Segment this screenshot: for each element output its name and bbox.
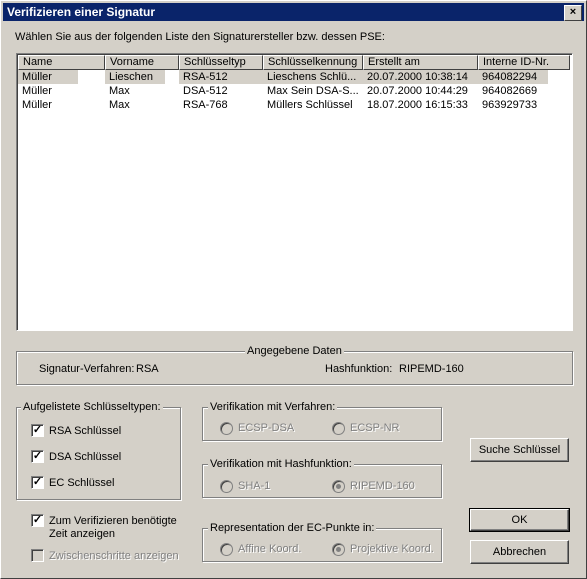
affine-coord-radio[interactable] [220, 543, 233, 556]
cell-keytype: RSA-768 [183, 99, 228, 111]
dsa-key-label[interactable]: DSA Schlüssel [49, 451, 121, 463]
sha1-radio[interactable] [220, 480, 233, 493]
cell-name: Müller [18, 70, 78, 84]
cell-vorname: Max [109, 85, 130, 97]
cancel-button[interactable]: Abbrechen [470, 540, 569, 564]
cell-keyid: Max Sein DSA-S... [267, 85, 359, 97]
cell-created: 20.07.2000 10:38:14 [363, 70, 478, 84]
cell-keytype: RSA-512 [179, 70, 263, 84]
ripemd160-radio[interactable] [332, 480, 345, 493]
column-header-keytype[interactable]: Schlüsseltyp [179, 55, 263, 70]
dialog-window: Verifizieren einer Signatur × Wählen Sie… [0, 0, 587, 579]
column-header-created[interactable]: Erstellt am [363, 55, 478, 70]
ecsp-dsa-label[interactable]: ECSP-DSA [238, 422, 294, 434]
column-header-vorname[interactable]: Vorname [105, 55, 179, 70]
projective-coord-radio[interactable] [332, 543, 345, 556]
column-header-keyid[interactable]: Schlüsselkennung [263, 55, 363, 70]
ecsp-nr-label[interactable]: ECSP-NR [350, 422, 400, 434]
cell-name: Müller [22, 99, 52, 111]
show-time-label-line1[interactable]: Zum Verifizieren benötigte [49, 515, 177, 527]
ok-button[interactable]: OK [469, 508, 570, 532]
window-title: Verifizieren einer Signatur [7, 5, 156, 19]
cell-keytype: DSA-512 [183, 85, 228, 97]
close-icon[interactable]: × [564, 5, 582, 21]
projective-coord-label[interactable]: Projektive Koord. [350, 543, 434, 555]
ripemd160-label[interactable]: RIPEMD-160 [350, 480, 415, 492]
verification-method-title: Verifikation mit Verfahren: [208, 401, 338, 413]
rsa-key-label[interactable]: RSA Schlüssel [49, 425, 121, 437]
column-header-name[interactable]: Name [18, 55, 105, 70]
hash-function-value: RIPEMD-160 [399, 363, 464, 375]
given-data-title: Angegebene Daten [245, 345, 344, 357]
column-header-internal-id[interactable]: Interne ID-Nr. [478, 55, 570, 70]
search-key-button[interactable]: Suche Schlüssel [470, 438, 569, 462]
cell-keyid: Lieschens Schlü... [263, 70, 363, 84]
cell-internal-id: 964082669 [482, 85, 538, 97]
cell-name: Müller [22, 85, 52, 97]
instruction-text: Wählen Sie aus der folgenden Liste den S… [15, 31, 385, 43]
affine-coord-label[interactable]: Affine Koord. [238, 543, 301, 555]
ec-key-label[interactable]: EC Schlüssel [49, 477, 114, 489]
dsa-key-checkbox[interactable]: ✓ [31, 450, 44, 463]
signature-method-value: RSA [136, 363, 159, 375]
cell-vorname: Max [109, 99, 130, 111]
signature-method-label: Signatur-Verfahren: [39, 363, 135, 375]
title-bar[interactable]: Verifizieren einer Signatur × [3, 3, 584, 21]
cell-vorname: Lieschen [105, 70, 165, 84]
cell-internal-id: 964082294 [478, 70, 548, 84]
cell-created: 20.07.2000 10:44:29 [367, 85, 468, 97]
show-steps-checkbox[interactable] [31, 549, 44, 562]
cell-internal-id: 963929733 [482, 99, 538, 111]
ecsp-nr-radio[interactable] [332, 422, 345, 435]
ecsp-dsa-radio[interactable] [220, 422, 233, 435]
sha1-label[interactable]: SHA-1 [238, 480, 270, 492]
ec-representation-title: Representation der EC-Punkte in: [208, 522, 377, 534]
ec-key-checkbox[interactable]: ✓ [31, 476, 44, 489]
hash-function-label: Hashfunktion: [325, 363, 393, 375]
key-types-title: Aufgelistete Schlüsseltypen: [21, 401, 163, 413]
verification-hash-title: Verifikation mit Hashfunktion: [208, 458, 354, 470]
rsa-key-checkbox[interactable]: ✓ [31, 424, 44, 437]
show-time-checkbox[interactable]: ✓ [31, 514, 44, 527]
cell-keyid: Müllers Schlüssel [267, 99, 353, 111]
show-time-label-line2[interactable]: Zeit anzeigen [49, 528, 115, 540]
show-steps-label[interactable]: Zwischenschritte anzeigen [49, 550, 179, 562]
signer-table[interactable]: Name Vorname Schlüsseltyp Schlüsselkennu… [16, 53, 573, 331]
cell-created: 18.07.2000 16:15:33 [367, 99, 468, 111]
